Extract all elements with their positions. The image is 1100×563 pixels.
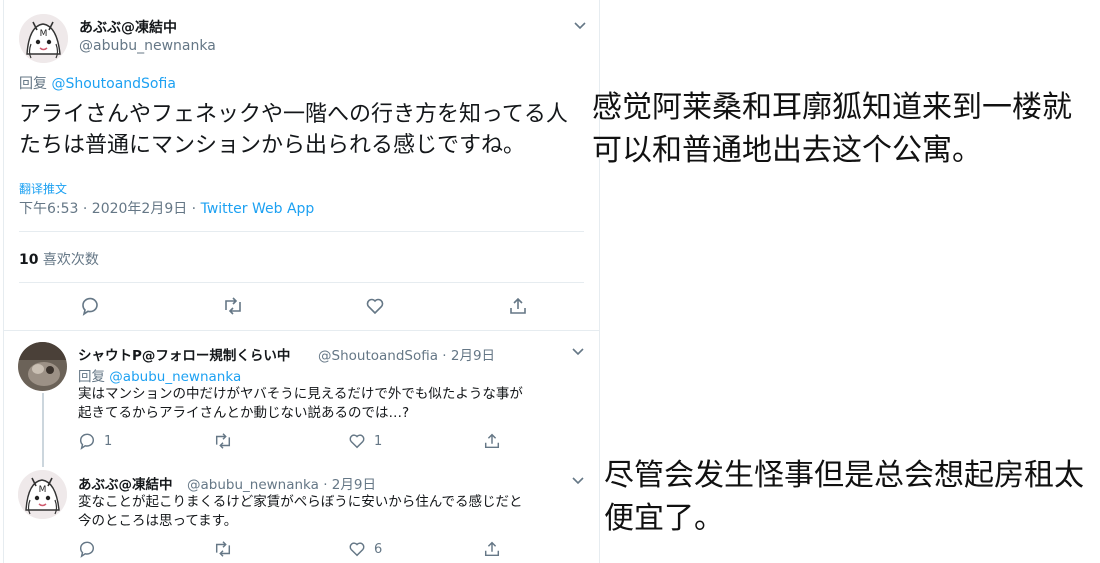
chevron-down-icon[interactable] <box>570 343 586 359</box>
heart-icon <box>349 434 365 449</box>
retweet-button[interactable] <box>213 432 241 450</box>
like-count: 6 <box>374 541 383 557</box>
retweet-icon <box>215 433 231 449</box>
divider <box>19 282 584 283</box>
heart-icon <box>366 298 384 315</box>
reply-button[interactable]: 1 <box>78 432 112 450</box>
reply-text-line: 変なことが起こりまくるけど家賃がぺらぼうに安いから住んでる感じだと <box>78 494 523 510</box>
avatar-image: M <box>19 14 68 63</box>
reply-text-line: 実はマンションの中だけがヤバそうに見えるだけで外でも似たような事が <box>78 386 523 402</box>
main-tweet: M あぶぶ@凍結中 @abubu_newnanka 回复 @ShoutoandS… <box>3 0 600 331</box>
display-name[interactable]: シャウトP@フォロー規制くらい中 <box>78 344 290 364</box>
share-icon <box>510 297 526 314</box>
display-name[interactable]: あぶぶ@凍結中 <box>78 473 173 493</box>
share-button[interactable] <box>508 296 528 316</box>
avatar[interactable] <box>18 342 67 391</box>
avatar-image: M <box>18 470 67 519</box>
translation-note-bottom: 尽管会发生怪事但是总会想起房租太便宜了。 <box>604 458 1084 536</box>
reply-count: 1 <box>104 433 113 449</box>
retweet-icon <box>215 541 231 557</box>
reply-icon <box>82 297 98 316</box>
handle-time[interactable]: @ShoutoandSofia · 2月9日 <box>318 344 495 364</box>
handle[interactable]: @abubu_newnanka <box>79 38 216 54</box>
avatar[interactable]: M <box>18 470 67 519</box>
chevron-down-icon[interactable] <box>572 17 588 33</box>
tweet-text: アライさんやフェネックや一階への行き方を知ってる人たちは普通にマンションから出ら… <box>19 102 568 158</box>
share-icon <box>484 541 500 557</box>
twitter-panel: M あぶぶ@凍結中 @abubu_newnanka 回复 @ShoutoandS… <box>0 0 600 563</box>
like-button[interactable] <box>365 296 385 316</box>
reply-to-line: 回复 @abubu_newnanka <box>78 365 241 385</box>
reply-prefix: 回复 <box>78 369 105 385</box>
retweet-button[interactable] <box>222 296 244 316</box>
tweet-time[interactable]: 下午6:53 · 2020年2月9日 · <box>19 201 201 217</box>
likes-label: 喜欢次数 <box>38 252 99 268</box>
reply-to-line: 回复 @ShoutoandSofia <box>19 73 176 93</box>
avatar[interactable]: M <box>19 14 68 63</box>
likes-stat[interactable]: 10 喜欢次数 <box>19 249 99 269</box>
heart-icon <box>349 542 365 557</box>
divider <box>19 231 584 232</box>
thread-line <box>42 393 44 467</box>
svg-text:M: M <box>39 485 47 495</box>
translate-link[interactable]: 翻译推文 <box>19 180 67 197</box>
likes-count: 10 <box>19 252 39 268</box>
avatar-image <box>18 342 67 391</box>
chevron-down-icon[interactable] <box>570 472 586 488</box>
reply-button[interactable] <box>80 296 100 316</box>
share-icon <box>484 433 500 449</box>
retweet-button[interactable] <box>213 540 241 558</box>
share-button[interactable] <box>483 540 501 558</box>
share-button[interactable] <box>483 432 501 450</box>
translation-note-top: 感觉阿莱桑和耳廓狐知道来到一楼就可以和普通地出去这个公寓。 <box>592 90 1072 168</box>
reply-text: 変なことが起こりまくるけど家賃がぺらぼうに安いから住んでる感じだと 今のところは… <box>78 493 578 531</box>
like-button[interactable]: 6 <box>348 540 382 558</box>
retweet-icon <box>225 297 241 315</box>
reply-to-handle[interactable]: @ShoutoandSofia <box>51 76 175 92</box>
reply-text-line: 起きてるからアライさんとか動じない説あるのでは…? <box>78 405 410 421</box>
like-button[interactable]: 1 <box>348 432 382 450</box>
svg-text:M: M <box>40 29 48 39</box>
reply-prefix: 回复 <box>19 76 47 92</box>
display-name[interactable]: あぶぶ@凍結中 <box>79 17 177 37</box>
tweet-meta: 下午6:53 · 2020年2月9日 · Twitter Web App <box>19 198 314 218</box>
reply-text-line: 今のところは思ってます。 <box>78 513 238 529</box>
reply-icon <box>79 541 95 558</box>
reply-to-handle[interactable]: @abubu_newnanka <box>109 369 241 385</box>
like-count: 1 <box>374 433 383 449</box>
tweet-source[interactable]: Twitter Web App <box>201 201 315 217</box>
reply-button[interactable] <box>78 540 104 558</box>
reply-icon <box>79 433 95 450</box>
handle-time[interactable]: @abubu_newnanka · 2月9日 <box>187 473 376 493</box>
reply-text: 実はマンションの中だけがヤバそうに見えるだけで外でも似たような事が 起きてるから… <box>78 385 578 423</box>
